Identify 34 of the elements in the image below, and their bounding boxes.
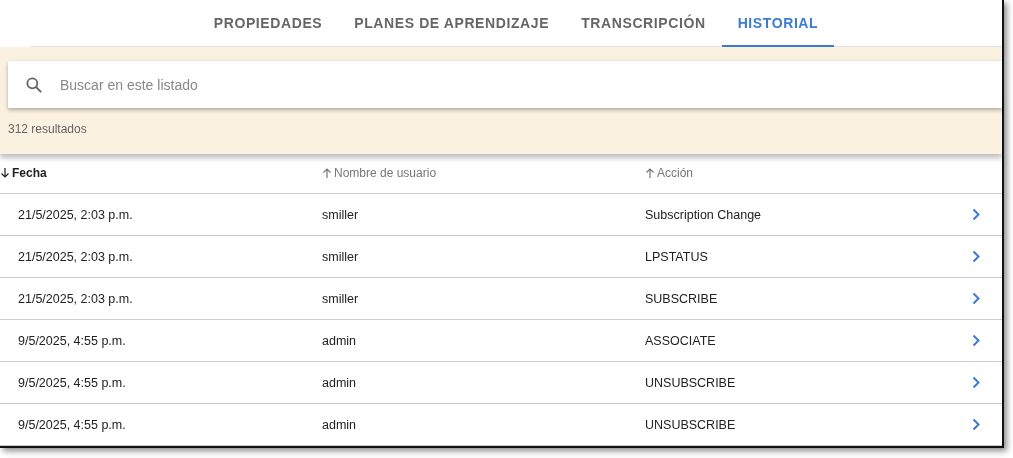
chevron-right-icon[interactable]: [972, 376, 980, 389]
table-cell-text: ASSOCIATE: [645, 333, 717, 348]
table-cell-text: 9/5/2025, 4:55 p.m.: [17, 375, 127, 390]
table-cell-text: 21/5/2025, 2:03 p.m.: [17, 291, 134, 306]
table-cell-text: smiller: [322, 291, 360, 306]
table-cell-text: smiller: [322, 207, 360, 222]
table-cell-text: 9/5/2025, 4:55 p.m.: [17, 417, 127, 432]
table-cell-text: smiller: [322, 249, 360, 264]
table-cell-text: 9/5/2025, 4:55 p.m.: [17, 333, 127, 348]
chevron-right-icon[interactable]: [972, 418, 980, 431]
column-header[interactable]: Fecha: [0, 166, 322, 181]
result-count: 312 resultados: [8, 122, 87, 136]
search-icon: [24, 74, 44, 95]
table-cell-text: UNSUBSCRIBE: [645, 417, 737, 432]
chevron-right-icon[interactable]: [972, 292, 980, 305]
tab[interactable]: TRANSCRIPCIÓN: [565, 0, 722, 47]
chevron-right-icon[interactable]: [972, 208, 980, 221]
chevron-right-icon[interactable]: [972, 334, 980, 347]
table-cell-text: 21/5/2025, 2:03 p.m.: [17, 207, 134, 222]
table-cell-text: admin: [322, 333, 358, 348]
table-cell-text: UNSUBSCRIBE: [645, 375, 737, 390]
column-header[interactable]: Nombre de usuario: [322, 166, 645, 181]
column-header[interactable]: Acción: [645, 166, 972, 181]
search-input[interactable]: Buscar en este listado: [58, 75, 1002, 94]
table-cell-text: SUBSCRIBE: [645, 291, 719, 306]
table-cell-text: admin: [322, 375, 358, 390]
search-field[interactable]: Buscar en este listado: [8, 61, 1002, 108]
tab[interactable]: PLANES DE APRENDIZAJE: [338, 0, 566, 47]
chevron-right-icon[interactable]: [972, 250, 980, 263]
table-cell-text: Subscription Change: [645, 207, 763, 222]
table-cell-text: 21/5/2025, 2:03 p.m.: [17, 249, 134, 264]
tab[interactable]: PROPIEDADES: [197, 0, 339, 47]
table-cell-text: admin: [322, 417, 358, 432]
table-cell-text: LPSTATUS: [645, 249, 709, 264]
